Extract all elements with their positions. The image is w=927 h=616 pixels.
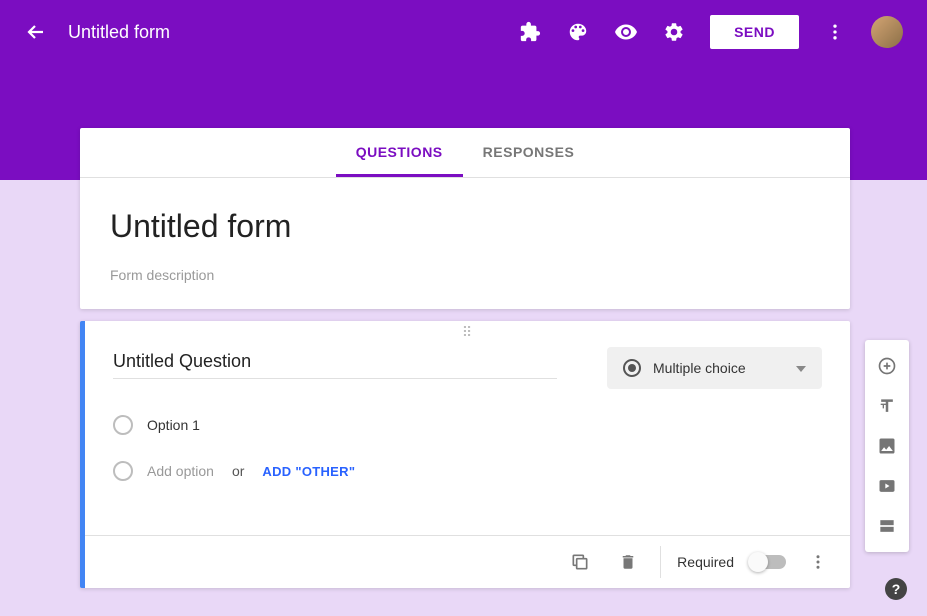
drag-handle-icon[interactable]: ⠿ — [85, 321, 850, 343]
tab-questions[interactable]: QUESTIONS — [336, 128, 463, 177]
title-card: QUESTIONS RESPONSES Untitled form Form d… — [80, 128, 850, 309]
add-other-link[interactable]: ADD "OTHER" — [262, 464, 355, 479]
divider — [660, 546, 661, 578]
add-image-icon[interactable] — [865, 426, 909, 466]
more-menu-icon[interactable] — [823, 20, 847, 44]
form-title-input[interactable]: Untitled form — [110, 208, 820, 245]
add-question-icon[interactable] — [865, 346, 909, 386]
send-button[interactable]: SEND — [710, 15, 799, 49]
or-text: or — [232, 463, 244, 479]
radio-icon — [623, 359, 641, 377]
question-type-select[interactable]: Multiple choice — [607, 347, 822, 389]
form-description-input[interactable]: Form description — [110, 267, 820, 283]
question-more-icon[interactable] — [802, 546, 834, 578]
addons-icon[interactable] — [518, 20, 542, 44]
delete-icon[interactable] — [612, 546, 644, 578]
add-option-link[interactable]: Add option — [147, 463, 214, 479]
side-toolbar — [865, 340, 909, 552]
back-arrow-icon[interactable] — [24, 20, 48, 44]
help-icon[interactable]: ? — [885, 578, 907, 600]
add-title-icon[interactable] — [865, 386, 909, 426]
type-label: Multiple choice — [653, 360, 784, 376]
palette-icon[interactable] — [566, 20, 590, 44]
add-option-row: Add option or ADD "OTHER" — [113, 461, 822, 481]
app-title[interactable]: Untitled form — [68, 22, 170, 43]
add-video-icon[interactable] — [865, 466, 909, 506]
radio-circle-icon — [113, 461, 133, 481]
form-container: QUESTIONS RESPONSES Untitled form Form d… — [80, 128, 850, 588]
required-label: Required — [677, 554, 734, 570]
tabs: QUESTIONS RESPONSES — [80, 128, 850, 178]
preview-icon[interactable] — [614, 20, 638, 44]
top-bar: Untitled form SEND — [0, 0, 927, 64]
option-input[interactable]: Option 1 — [147, 417, 200, 433]
avatar[interactable] — [871, 16, 903, 48]
settings-icon[interactable] — [662, 20, 686, 44]
duplicate-icon[interactable] — [564, 546, 596, 578]
tab-responses[interactable]: RESPONSES — [463, 128, 595, 177]
add-section-icon[interactable] — [865, 506, 909, 546]
caret-down-icon — [796, 359, 806, 377]
required-toggle[interactable] — [750, 555, 786, 569]
option-row: Option 1 — [113, 415, 822, 435]
question-card: ⠿ Untitled Question Multiple choice Opti… — [80, 321, 850, 588]
radio-circle-icon — [113, 415, 133, 435]
question-title-input[interactable]: Untitled Question — [113, 343, 557, 379]
